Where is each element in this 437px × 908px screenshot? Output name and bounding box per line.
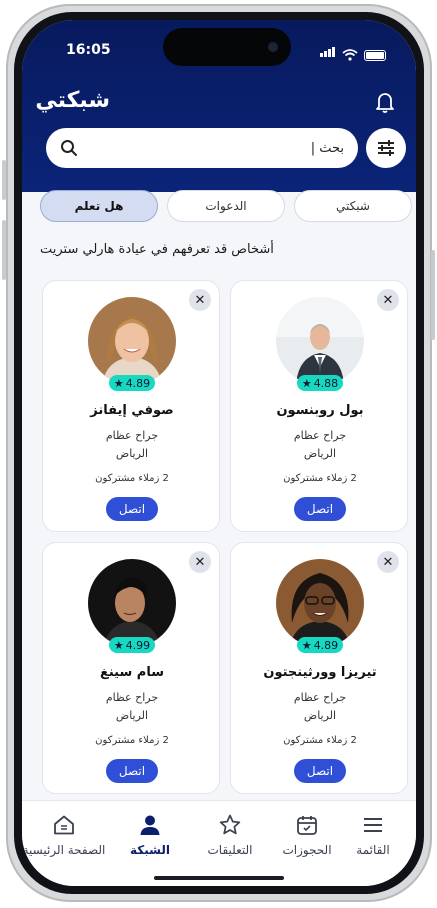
mutual-connections: 2 زملاء مشتركون [283, 735, 357, 746]
person-city: الرياض [303, 709, 337, 722]
tab-my-network[interactable]: شبكتي [294, 190, 412, 222]
person-name: سام سينغ [100, 665, 164, 680]
person-city: الرياض [115, 709, 149, 722]
tab-invitations[interactable]: الدعوات [167, 190, 285, 222]
mutual-connections: 2 زملاء مشتركون [95, 473, 169, 484]
close-icon[interactable]: ✕ [377, 551, 399, 573]
person-city: الرياض [303, 447, 337, 460]
search-input-text: بحث | [310, 140, 344, 156]
bell-icon[interactable] [374, 90, 396, 114]
signal-icon [320, 42, 336, 61]
avatar [276, 297, 364, 385]
nav-item-bookings[interactable]: الحجوزات [267, 813, 347, 857]
nav-item-menu[interactable]: القائمة [338, 813, 408, 857]
mutual-connections: 2 زملاء مشتركون [283, 473, 357, 484]
rating-value: 4.88 [313, 376, 339, 390]
star-icon: ★ [301, 376, 312, 390]
person-card: ✕ ★ 4.89 صوفي إيفانز جراح عظام الرياض 2 ز… [42, 280, 220, 532]
rating-badge: ★ 4.99 [109, 637, 155, 653]
wifi-icon [342, 49, 358, 61]
nav-label: القائمة [356, 843, 390, 857]
nav-label: الصفحة الرئيسية [22, 843, 106, 857]
tab-bar: شبكتي الدعوات هل تعلم [40, 190, 412, 222]
star-icon: ★ [301, 638, 312, 652]
person-name: بول روبنسون [276, 403, 364, 418]
filter-button[interactable] [366, 128, 406, 168]
rating-badge: ★ 4.89 [109, 375, 155, 391]
nav-label: الحجوزات [282, 843, 332, 857]
page-title: شبكتي [35, 88, 110, 113]
star-icon: ★ [113, 376, 124, 390]
side-button [2, 160, 6, 200]
rating-value: 4.89 [313, 638, 339, 652]
close-icon[interactable]: ✕ [189, 551, 211, 573]
nav-label: الشبكة [130, 843, 170, 857]
screen: 16:05 شبكتي بحث | شبكتي الدعوات هل تعلم … [22, 20, 416, 886]
app-header: 16:05 شبكتي بحث | [22, 20, 416, 192]
side-button [2, 220, 6, 280]
person-role: جراح عظام [105, 429, 159, 442]
person-card: ✕ ★ 4.89 تيريزا وورثينجتون جراح عظام الري… [230, 542, 408, 794]
person-icon [140, 815, 160, 835]
close-icon[interactable]: ✕ [189, 289, 211, 311]
search-icon [61, 140, 77, 156]
rating-value: 4.89 [125, 376, 151, 390]
person-role: جراح عظام [293, 691, 347, 704]
nav-item-network[interactable]: الشبكة [112, 813, 188, 857]
mutual-connections: 2 زملاء مشتركون [95, 735, 169, 746]
person-city: الرياض [115, 447, 149, 460]
avatar [88, 559, 176, 647]
rating-badge: ★ 4.88 [297, 375, 343, 391]
status-time: 16:05 [66, 42, 111, 58]
battery-icon [364, 50, 386, 61]
connect-button[interactable]: اتصل [294, 497, 346, 521]
rating-badge: ★ 4.89 [297, 637, 343, 653]
tab-did-you-know[interactable]: هل تعلم [40, 190, 158, 222]
home-icon [54, 815, 74, 835]
person-name: تيريزا وورثينجتون [263, 665, 377, 680]
menu-icon [364, 818, 382, 832]
bottom-nav: القائمة الحجوزات التعليقات الشبكة الصفحة… [22, 800, 416, 886]
filter-sliders-icon [378, 140, 394, 156]
calendar-icon [297, 816, 317, 835]
avatar [276, 559, 364, 647]
connect-button[interactable]: اتصل [294, 759, 346, 783]
connect-button[interactable]: اتصل [106, 759, 158, 783]
nav-label: التعليقات [207, 843, 253, 857]
side-button [431, 250, 435, 340]
nav-item-reviews[interactable]: التعليقات [190, 813, 270, 857]
section-title: أشخاص قد تعرفهم في عيادة هارلي ستريت [40, 242, 274, 257]
close-icon[interactable]: ✕ [377, 289, 399, 311]
search-input[interactable]: بحث | [46, 128, 358, 168]
camera-icon [268, 42, 278, 52]
avatar [88, 297, 176, 385]
star-icon: ★ [113, 638, 124, 652]
rating-value: 4.99 [125, 638, 151, 652]
nav-item-home[interactable]: الصفحة الرئيسية [22, 813, 118, 857]
person-card: ✕ ★ 4.99 سام سينغ جراح عظام الرياض 2 زملا… [42, 542, 220, 794]
connect-button[interactable]: اتصل [106, 497, 158, 521]
person-role: جراح عظام [293, 429, 347, 442]
star-icon [219, 814, 241, 835]
person-card: ✕ ★ 4.88 بول روبنسون جراح عظام الرياض 2 ز… [230, 280, 408, 532]
status-icons [320, 42, 386, 61]
person-name: صوفي إيفانز [90, 403, 174, 418]
person-role: جراح عظام [105, 691, 159, 704]
home-indicator[interactable] [154, 876, 284, 880]
